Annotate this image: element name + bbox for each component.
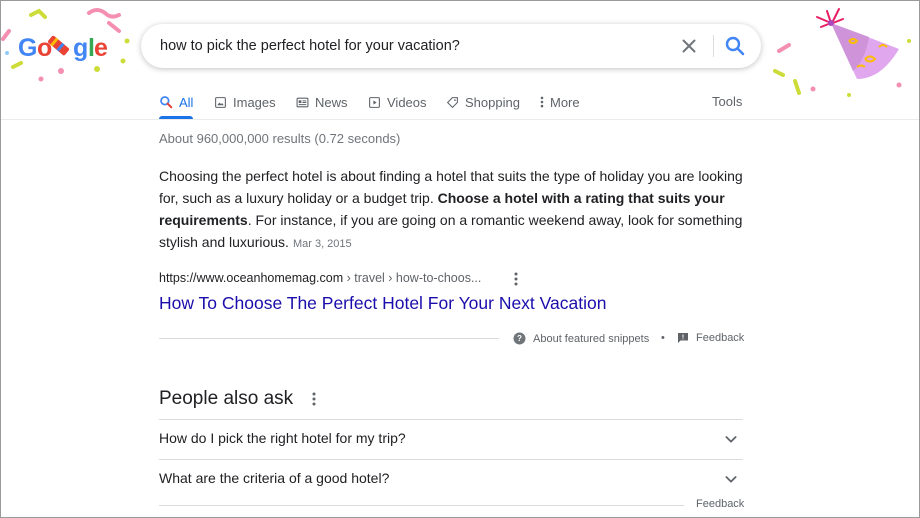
search-icon: [160, 96, 173, 109]
tab-news[interactable]: News: [296, 89, 348, 115]
tab-images[interactable]: Images: [214, 89, 276, 115]
header-divider: [1, 119, 919, 120]
tab-videos[interactable]: Videos: [368, 89, 427, 115]
tab-more[interactable]: More: [539, 89, 580, 115]
news-icon: [296, 97, 309, 107]
search-button[interactable]: [723, 34, 747, 58]
tab-label: Images: [233, 94, 276, 110]
google-doodle-logo[interactable]: G o g l e: [1, 1, 136, 91]
separator-dot: •: [661, 332, 665, 344]
cite-path: › travel › how-to-choos...: [343, 271, 482, 285]
result-title-link[interactable]: How To Choose The Perfect Hotel For Your…: [159, 293, 606, 314]
paa-question-text: How do I pick the right hotel for my tri…: [159, 430, 406, 446]
more-vert-icon: [312, 392, 316, 406]
tools-button[interactable]: Tools: [712, 89, 742, 115]
svg-text:o: o: [37, 34, 52, 62]
party-hat-doodle: [773, 8, 911, 97]
paa-question[interactable]: What are the criteria of a good hotel?: [159, 459, 743, 499]
tab-label: News: [315, 94, 348, 110]
search-icon: [725, 36, 745, 56]
about-snippets-label: About featured snippets: [533, 332, 650, 345]
chevron-down-icon: [725, 476, 737, 483]
about-featured-snippets-link[interactable]: ? About featured snippets: [513, 332, 649, 345]
help-icon: ?: [513, 332, 526, 345]
result-cite: https://www.oceanhomemag.com › travel › …: [159, 271, 481, 285]
chevron-down-icon: [725, 436, 737, 443]
paa-question-text: What are the criteria of a good hotel?: [159, 470, 390, 486]
tab-shopping[interactable]: Shopping: [446, 89, 520, 115]
featured-snippet-text: Choosing the perfect hotel is about find…: [159, 165, 744, 255]
search-input[interactable]: [160, 24, 660, 68]
close-icon: [682, 39, 696, 53]
paa-question[interactable]: How do I pick the right hotel for my tri…: [159, 419, 743, 459]
tab-label: More: [550, 94, 580, 110]
people-also-ask-options-button[interactable]: [308, 391, 320, 407]
tab-label: Shopping: [465, 94, 520, 110]
snippet-date: Mar 3, 2015: [292, 238, 352, 250]
more-vert-icon: [540, 96, 544, 108]
tab-all[interactable]: All: [159, 89, 193, 115]
svg-text:e: e: [94, 34, 108, 62]
tag-icon: [447, 96, 458, 108]
paa-bottom-divider: [159, 505, 684, 506]
search-divider: [713, 35, 714, 57]
people-also-ask-title: People also ask: [159, 388, 294, 409]
video-icon: [369, 96, 380, 108]
tab-label: Videos: [387, 94, 427, 110]
svg-text:g: g: [73, 34, 88, 62]
clear-search-button[interactable]: [677, 34, 701, 58]
cite-domain: https://www.oceanhomemag.com: [159, 271, 344, 285]
paa-feedback-button[interactable]: Feedback: [696, 498, 744, 510]
image-icon: [215, 96, 226, 108]
feedback-icon: [678, 333, 688, 343]
svg-text:?: ?: [517, 334, 522, 343]
browser-viewport: G o g l e how to pick the perfect hotel …: [0, 0, 920, 518]
svg-text:G: G: [18, 34, 37, 62]
snippet-divider: [159, 338, 499, 339]
more-vert-icon: [514, 272, 518, 286]
feedback-button[interactable]: Feedback: [677, 332, 744, 344]
feedback-label: Feedback: [696, 332, 745, 344]
result-options-button[interactable]: [509, 271, 523, 287]
search-box[interactable]: [141, 24, 761, 68]
tab-label: All: [179, 94, 194, 110]
result-stats: About 960,000,000 results (0.72 seconds): [159, 131, 401, 146]
